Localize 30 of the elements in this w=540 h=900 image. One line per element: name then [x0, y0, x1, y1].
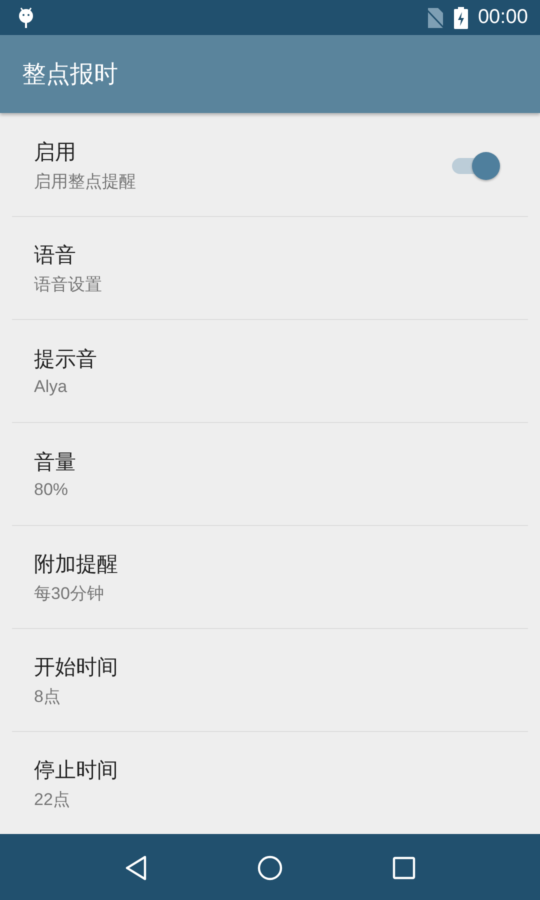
setting-title: 启用 — [34, 138, 76, 166]
toggle-switch[interactable] — [450, 150, 500, 180]
setting-title: 停止时间 — [34, 756, 118, 784]
status-time: 00:00 — [478, 6, 528, 29]
settings-item[interactable]: 语音 语音设置 — [12, 217, 528, 320]
setting-summary: Alya — [34, 377, 68, 397]
settings-item[interactable]: 附加提醒 每30分钟 — [12, 526, 528, 629]
setting-title: 语音 — [34, 242, 76, 268]
setting-title: 音量 — [34, 449, 76, 476]
back-icon[interactable] — [124, 855, 148, 881]
recents-icon[interactable] — [392, 856, 416, 880]
android-icon — [18, 6, 34, 28]
setting-title: 开始时间 — [34, 654, 118, 680]
battery-charging-icon — [454, 6, 468, 28]
home-icon[interactable] — [256, 855, 283, 881]
settings-item[interactable]: 开始时间 8点 — [12, 629, 528, 732]
settings-item[interactable]: 提示音 Alya — [12, 320, 528, 423]
setting-summary: 80% — [34, 480, 68, 500]
app-title: 整点报时 — [22, 59, 118, 90]
setting-summary: 8点 — [34, 686, 60, 708]
setting-title: 附加提醒 — [34, 550, 118, 578]
settings-item[interactable]: 音量 80% — [12, 423, 528, 526]
settings-item[interactable]: 启用 启用整点提醒 — [12, 114, 528, 217]
setting-title: 提示音 — [34, 346, 97, 373]
setting-summary: 启用整点提醒 — [34, 170, 136, 192]
no-sim-icon — [426, 8, 444, 28]
setting-summary: 每30分钟 — [34, 582, 104, 604]
settings-item[interactable]: 停止时间 22点 — [12, 732, 528, 834]
setting-summary: 语音设置 — [34, 274, 102, 296]
setting-summary: 22点 — [34, 788, 70, 810]
